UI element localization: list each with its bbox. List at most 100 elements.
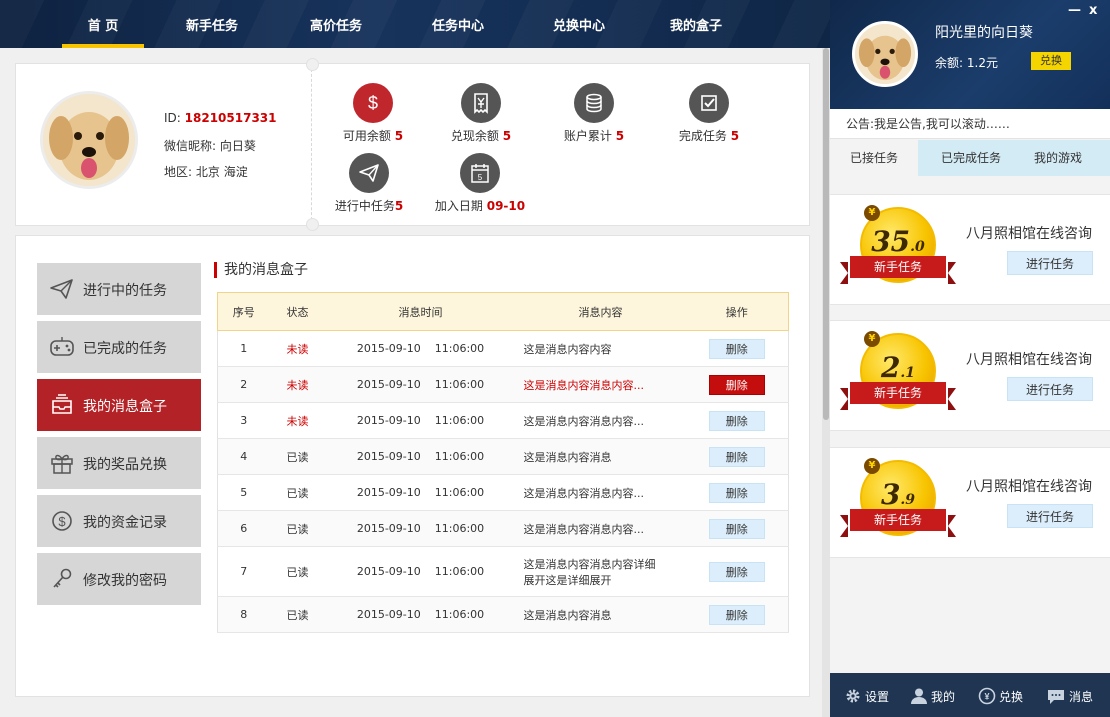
side-menu-label: 修改我的密码 <box>83 573 167 589</box>
tab-accepted-tasks[interactable]: 已接任务 <box>830 140 918 176</box>
row-content[interactable]: 这是消息内容消息 <box>515 596 686 633</box>
footer-settings[interactable]: 设置 <box>844 687 889 705</box>
row-time: 2015-09-10 11:06:00 <box>325 474 516 511</box>
task-card[interactable]: 35.0 ¥ 新手任务 八月照相馆在线咨询 进行任务 <box>830 194 1110 305</box>
delete-button[interactable]: 删除 <box>708 561 765 582</box>
stat-in-progress-tasks[interactable]: 进行中任务5 <box>314 153 424 214</box>
row-status: 已读 <box>269 474 326 511</box>
delete-button[interactable]: 删除 <box>708 482 765 503</box>
task-type-ribbon: 新手任务 <box>840 382 956 410</box>
side-menu-fund-records[interactable]: $ 我的资金记录 <box>37 495 201 547</box>
close-button[interactable]: x <box>1089 3 1097 18</box>
svg-text:5: 5 <box>478 173 483 182</box>
exchange-icon: ¥ <box>978 687 996 705</box>
stat-cash-balance[interactable]: 兑现余额 5 <box>426 83 536 144</box>
col-header-no: 序号 <box>217 292 270 331</box>
stat-join-date: 5 加入日期 09-10 <box>425 153 535 214</box>
nav-newbie-tasks[interactable]: 新手任务 <box>174 0 250 48</box>
row-status: 已读 <box>269 438 326 475</box>
right-tabs: 已接任务 已完成任务 我的游戏 <box>830 140 1110 176</box>
stat-completed-tasks[interactable]: 完成任务 5 <box>654 83 764 144</box>
nav-my-box[interactable]: 我的盒子 <box>658 0 734 48</box>
row-content[interactable]: 这是消息内容内容 <box>515 330 686 367</box>
row-no: 4 <box>217 438 270 475</box>
row-content[interactable]: 这是消息内容消息内容... <box>515 474 686 511</box>
delete-button[interactable]: 删除 <box>708 410 765 431</box>
svg-text:¥: ¥ <box>984 692 989 702</box>
main-scrollbar[interactable] <box>822 48 830 717</box>
footer-mine[interactable]: 我的 <box>910 687 955 705</box>
nav-task-center[interactable]: 任务中心 <box>420 0 496 48</box>
row-time: 2015-09-10 11:06:00 <box>325 510 516 547</box>
nav-home[interactable]: 首 页 <box>62 0 144 48</box>
task-title: 八月照相馆在线咨询 <box>966 226 1092 242</box>
task-card[interactable]: 2.1 ¥ 新手任务 八月照相馆在线咨询 进行任务 <box>830 320 1110 431</box>
card-divider <box>306 58 319 231</box>
row-time: 2015-09-10 11:06:00 <box>325 402 516 439</box>
side-menu-label: 我的奖品兑换 <box>83 457 167 473</box>
row-content[interactable]: 这是消息内容消息内容... <box>515 402 686 439</box>
dog-avatar-image <box>855 24 915 84</box>
tab-my-games[interactable]: 我的游戏 <box>1016 140 1100 176</box>
svg-text:$: $ <box>58 514 66 529</box>
table-row[interactable]: 7 已读 2015-09-10 11:06:00 这是消息内容消息内容详细 展开这… <box>217 546 789 597</box>
table-row[interactable]: 8 已读 2015-09-10 11:06:00 这是消息内容消息 删除 <box>217 596 789 633</box>
tab-completed-tasks[interactable]: 已完成任务 <box>926 140 1016 176</box>
row-no: 7 <box>217 546 270 597</box>
inbox-icon <box>49 393 75 417</box>
gift-icon <box>49 451 75 475</box>
task-card[interactable]: 3.9 ¥ 新手任务 八月照相馆在线咨询 进行任务 <box>830 447 1110 558</box>
task-type-ribbon: 新手任务 <box>840 256 956 284</box>
row-no: 3 <box>217 402 270 439</box>
row-content[interactable]: 这是消息内容消息内容... <box>515 510 686 547</box>
start-task-button[interactable]: 进行任务 <box>1007 251 1093 275</box>
calendar-icon: 5 <box>460 153 500 193</box>
delete-button[interactable]: 删除 <box>708 338 765 359</box>
start-task-button[interactable]: 进行任务 <box>1007 377 1093 401</box>
row-content[interactable]: 这是消息内容消息内容详细 展开这是详细展开 <box>515 546 686 597</box>
exchange-button[interactable]: 兑换 <box>1031 52 1071 70</box>
table-row[interactable]: 1 未读 2015-09-10 11:06:00 这是消息内容内容 删除 <box>217 330 789 367</box>
stat-account-total[interactable]: 账户累计 5 <box>539 83 649 144</box>
nickname-value: 向日葵 <box>219 139 256 153</box>
task-title: 八月照相馆在线咨询 <box>966 352 1092 368</box>
table-row[interactable]: 2 未读 2015-09-10 11:06:00 这是消息内容消息内容... 删… <box>217 366 789 403</box>
stat-value: 5 <box>730 129 740 143</box>
nickname-label: 微信昵称: <box>164 139 217 153</box>
chat-icon <box>1048 690 1064 704</box>
row-no: 6 <box>217 510 270 547</box>
key-icon <box>49 567 75 591</box>
col-header-content: 消息内容 <box>515 292 686 331</box>
balance: 余额: 1.2元 <box>935 56 998 70</box>
side-menu-prize-exchange[interactable]: 我的奖品兑换 <box>37 437 201 489</box>
table-row[interactable]: 5 已读 2015-09-10 11:06:00 这是消息内容消息内容... 删… <box>217 474 789 511</box>
table-row[interactable]: 6 已读 2015-09-10 11:06:00 这是消息内容消息内容... 删… <box>217 510 789 547</box>
avatar[interactable] <box>852 21 918 87</box>
nav-high-price-tasks[interactable]: 高价任务 <box>298 0 374 48</box>
row-content[interactable]: 这是消息内容消息 <box>515 438 686 475</box>
side-menu-in-progress[interactable]: 进行中的任务 <box>37 263 201 315</box>
scrollbar-thumb[interactable] <box>823 48 829 420</box>
minimize-button[interactable]: — <box>1068 3 1081 18</box>
delete-button[interactable]: 删除 <box>708 374 765 395</box>
delete-button[interactable]: 删除 <box>708 604 765 625</box>
side-menu-completed[interactable]: 已完成的任务 <box>37 321 201 373</box>
stat-available-balance[interactable]: $ 可用余额 5 <box>318 83 428 144</box>
side-menu-label: 已完成的任务 <box>83 341 167 357</box>
paper-plane-icon <box>49 277 75 301</box>
coins-icon <box>574 83 614 123</box>
dollar-icon: $ <box>49 509 75 533</box>
start-task-button[interactable]: 进行任务 <box>1007 504 1093 528</box>
nav-exchange-center[interactable]: 兑换中心 <box>541 0 617 48</box>
delete-button[interactable]: 删除 <box>708 518 765 539</box>
side-menu-change-password[interactable]: 修改我的密码 <box>37 553 201 605</box>
side-menu-message-box[interactable]: 我的消息盒子 <box>37 379 201 431</box>
row-status: 未读 <box>269 402 326 439</box>
footer-messages[interactable]: 消息 <box>1046 687 1093 705</box>
row-status: 未读 <box>269 330 326 367</box>
delete-button[interactable]: 删除 <box>708 446 765 467</box>
table-row[interactable]: 3 未读 2015-09-10 11:06:00 这是消息内容消息内容... 删… <box>217 402 789 439</box>
row-content[interactable]: 这是消息内容消息内容... <box>515 366 686 403</box>
table-row[interactable]: 4 已读 2015-09-10 11:06:00 这是消息内容消息 删除 <box>217 438 789 475</box>
footer-exchange[interactable]: ¥ 兑换 <box>978 687 1023 705</box>
